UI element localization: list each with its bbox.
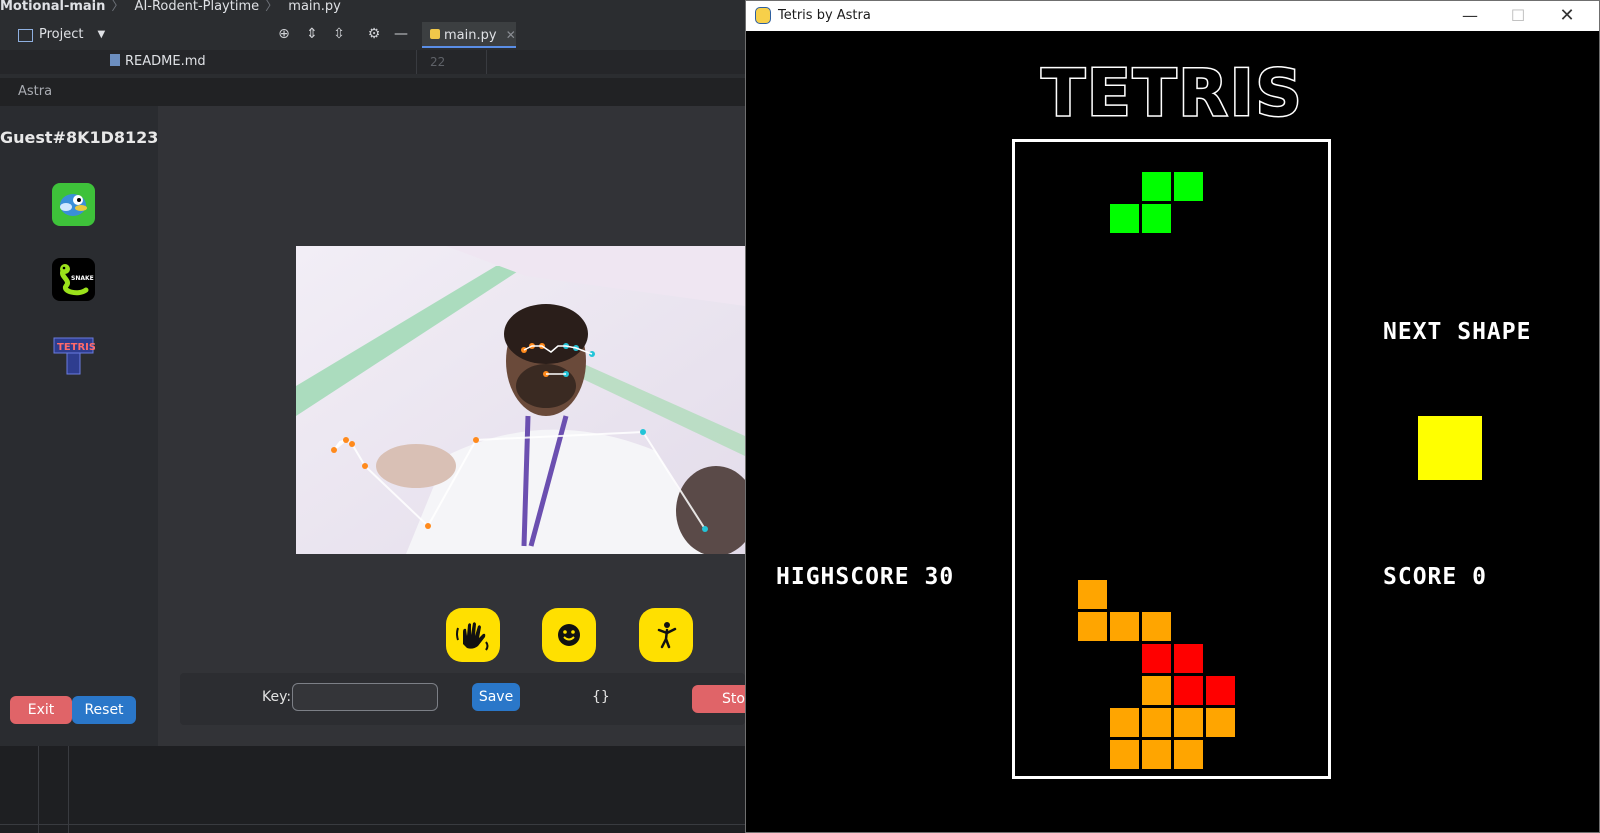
flappy-bird-game-icon[interactable] — [52, 183, 95, 226]
key-label: Key: — [262, 689, 292, 705]
falling-block — [1141, 203, 1172, 234]
tetris-game-icon[interactable]: TETRIS — [52, 332, 96, 375]
panel-divider — [38, 746, 39, 833]
astra-window-title: Astra — [18, 84, 53, 99]
stack-block — [1205, 675, 1236, 706]
line-number: 22 — [430, 55, 446, 69]
camera-feed — [296, 246, 745, 554]
wave-hand-icon — [456, 622, 489, 651]
close-icon[interactable]: ✕ — [506, 28, 516, 42]
collapse-all-icon[interactable]: ⇳ — [331, 26, 347, 42]
astra-sidebar: Guest#8K1D8123 SNAKE TETRIS Exit Reset — [0, 106, 158, 746]
highscore-label: HIGHSCORE 30 — [776, 564, 955, 590]
minimize-icon[interactable]: — — [393, 26, 409, 42]
stack-block — [1141, 707, 1172, 738]
score-label: SCORE 0 — [1383, 564, 1487, 590]
stack-block — [1173, 739, 1204, 770]
python-file-icon — [430, 29, 440, 39]
gear-icon[interactable]: ⚙ — [366, 26, 382, 42]
key-bar: Key: Save {} Sto — [180, 673, 752, 725]
breadcrumb-file[interactable]: main.py — [288, 0, 341, 14]
snake-icon: SNAKE — [60, 264, 94, 296]
falling-block — [1173, 171, 1204, 202]
falling-block — [1141, 171, 1172, 202]
stack-block — [1141, 675, 1172, 706]
tetris-window: Tetris by Astra — ☐ ✕ TETRIS NEXT SHAPE … — [745, 0, 1600, 833]
breadcrumb-separator: 〉 — [265, 0, 279, 14]
stack-block — [1173, 675, 1204, 706]
exit-button[interactable]: Exit — [10, 696, 72, 724]
webcam-image — [296, 246, 745, 554]
folder-icon — [18, 28, 33, 42]
person-pose-icon — [657, 622, 677, 649]
breadcrumb-folder[interactable]: AI-Rodent-Playtime — [135, 0, 260, 14]
breadcrumb-separator: 〉 — [111, 0, 125, 14]
breadcrumb-project[interactable]: Motional-main — [0, 0, 105, 14]
readme-file-item[interactable]: README.md — [110, 53, 206, 71]
project-label: Project — [39, 27, 84, 42]
astra-titlebar: Astra — [0, 78, 745, 106]
gutter-divider — [486, 50, 487, 74]
stack-block — [1141, 739, 1172, 770]
ide-breadcrumbs: Motional-main 〉 AI-Rodent-Playtime 〉 main.… — [0, 0, 745, 14]
stack-block — [1109, 611, 1140, 642]
wave-gesture-button[interactable] — [446, 608, 500, 662]
stack-block — [1141, 611, 1172, 642]
tetris-titlebar: Tetris by Astra — ☐ ✕ — [746, 1, 1599, 31]
snake-icon-text: SNAKE — [71, 275, 94, 282]
stack-block — [1109, 707, 1140, 738]
tetris-game-area: TETRIS NEXT SHAPE HIGHSCORE 30 SCORE 0 — [746, 31, 1599, 832]
smiley-icon — [558, 624, 580, 646]
key-input[interactable] — [292, 683, 438, 711]
next-shape-label: NEXT SHAPE — [1383, 319, 1532, 345]
save-button[interactable]: Save — [472, 683, 520, 711]
output-text: {} — [592, 689, 610, 705]
ide-bottom-panel — [0, 746, 745, 833]
ide-toolbar: Project ▼ ⊕ ⇕ ⇳ ⚙ — main.py ✕ — [0, 20, 745, 50]
chevron-down-icon: ▼ — [97, 29, 106, 40]
tab-main-py[interactable]: main.py ✕ — [422, 22, 516, 48]
panel-divider — [0, 824, 745, 825]
ide-file-row: README.md 22 — [0, 50, 745, 74]
stack-block — [1109, 739, 1140, 770]
stack-block — [1173, 643, 1204, 674]
maximize-icon[interactable]: ☐ — [1494, 1, 1542, 31]
tetris-playfield — [1012, 139, 1331, 779]
tab-label: main.py — [444, 28, 497, 43]
locate-icon[interactable]: ⊕ — [276, 26, 292, 42]
stack-block — [1173, 707, 1204, 738]
pose-gesture-button[interactable] — [639, 608, 693, 662]
bird-icon — [60, 194, 87, 216]
stack-block — [1141, 643, 1172, 674]
face-gesture-button[interactable] — [542, 608, 596, 662]
panel-divider — [68, 746, 69, 833]
python-app-icon — [755, 7, 771, 24]
reset-button[interactable]: Reset — [72, 696, 136, 724]
expand-all-icon[interactable]: ⇕ — [304, 26, 320, 42]
stack-block — [1077, 611, 1108, 642]
stack-block — [1205, 707, 1236, 738]
minimize-icon[interactable]: — — [1446, 1, 1494, 31]
next-shape-preview — [1418, 416, 1482, 480]
tetris-logo-icon: TETRIS — [53, 337, 96, 375]
gutter-divider — [416, 50, 417, 74]
stack-block — [1077, 579, 1108, 610]
project-view-button[interactable]: Project ▼ — [18, 24, 105, 46]
stop-button[interactable]: Sto — [692, 685, 752, 713]
snake-game-icon[interactable]: SNAKE — [52, 258, 95, 301]
guest-name: Guest#8K1D8123 — [0, 128, 159, 147]
markdown-file-icon — [110, 54, 120, 66]
tetris-icon-text: TETRIS — [57, 342, 95, 353]
tetris-logo: TETRIS — [1040, 56, 1304, 133]
close-icon[interactable]: ✕ — [1543, 1, 1591, 31]
tetris-window-title: Tetris by Astra — [778, 8, 871, 23]
falling-block — [1109, 203, 1140, 234]
readme-label: README.md — [125, 54, 206, 69]
